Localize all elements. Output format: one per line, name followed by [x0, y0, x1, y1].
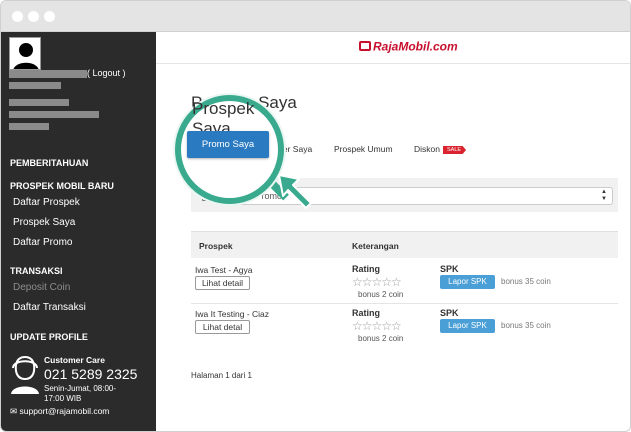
lapor-spk-button[interactable]: Lapor SPK	[440, 275, 495, 289]
tab-diskon-label: Diskon	[414, 144, 440, 154]
rajamobil-logo[interactable]: RajaMobil.com	[359, 39, 477, 53]
column-prospek: Prospek	[199, 241, 233, 251]
customer-care-title: Customer Care	[44, 355, 105, 365]
redacted-info	[9, 82, 61, 89]
mail-icon: ✉	[10, 406, 18, 416]
customer-care-icon	[11, 355, 39, 394]
tab-prospek-umum[interactable]: Prospek Umum	[334, 144, 393, 154]
rating-stars[interactable]: ☆☆☆☆☆	[352, 320, 402, 332]
detail-button[interactable]: Lihat detal	[195, 320, 250, 334]
email-address: support@rajamobil.com	[19, 406, 110, 416]
rating-bonus: bonus 2 coin	[358, 334, 404, 343]
redacted-info	[9, 111, 99, 118]
logout-link[interactable]: ( Logout )	[87, 68, 126, 78]
select-arrows-icon: ▲ ▼	[601, 189, 607, 202]
spk-bonus: bonus 35 coin	[501, 277, 551, 286]
redacted-info	[9, 123, 49, 130]
sidebar: ( Logout ) PEMBERITAHUAN PROSPEK MOBIL B…	[1, 32, 156, 431]
section-transaksi: TRANSAKSI	[10, 266, 63, 276]
window-dot-icon[interactable]	[12, 11, 23, 22]
spk-bonus: bonus 35 coin	[501, 321, 551, 330]
window-dot-icon[interactable]	[44, 11, 55, 22]
section-prospek-mobil-baru: PROSPEK MOBIL BARU	[10, 181, 114, 191]
redacted-info	[9, 99, 69, 106]
column-keterangan: Keterangan	[352, 241, 399, 251]
spk-label: SPK	[440, 264, 459, 274]
table-header: Prospek Keterangan	[191, 231, 618, 258]
magnifier-callout: Prospek Saya Promo Saya	[175, 95, 284, 204]
promo-saya-button[interactable]: Promo Saya	[187, 131, 269, 158]
browser-window: ( Logout ) PEMBERITAHUAN PROSPEK MOBIL B…	[0, 0, 631, 432]
sidebar-item-daftar-promo[interactable]: Daftar Promo	[13, 237, 72, 248]
detail-button[interactable]: Lihat detail	[195, 276, 250, 290]
customer-care-phone: 021 5289 2325	[44, 366, 138, 382]
spk-label: SPK	[440, 308, 459, 318]
rating-bonus: bonus 2 coin	[358, 290, 404, 299]
browser-chrome	[1, 1, 630, 32]
section-update-profile[interactable]: UPDATE PROFILE	[10, 332, 88, 342]
sidebar-item-daftar-prospek[interactable]: Daftar Prospek	[13, 197, 80, 208]
pagination-text: Halaman 1 dari 1	[191, 371, 252, 380]
prospect-name: Iwa It Testing - Ciaz	[195, 309, 270, 319]
customer-care-email[interactable]: ✉ support@rajamobil.com	[10, 406, 109, 417]
prospect-name: Iwa Test - Agya	[195, 265, 253, 275]
sidebar-item-prospek-saya[interactable]: Prospek Saya	[13, 217, 75, 228]
sidebar-item-deposit-coin[interactable]: Deposit Coin	[13, 282, 70, 293]
rating-label: Rating	[352, 308, 380, 318]
sale-badge: SALE	[442, 146, 467, 154]
pointer-arrow-icon	[278, 174, 312, 209]
row-divider	[191, 303, 618, 304]
sidebar-item-daftar-transaksi[interactable]: Daftar Transaksi	[13, 302, 86, 313]
window-dot-icon[interactable]	[28, 11, 39, 22]
svg-text:RajaMobil.com: RajaMobil.com	[373, 40, 458, 54]
tab-diskon[interactable]: Diskon SALE	[414, 144, 467, 154]
customer-care-hours: Senin-Jumat, 08:00-17:00 WIB	[44, 384, 117, 403]
user-avatar-icon	[9, 37, 41, 70]
rating-stars[interactable]: ☆☆☆☆☆	[352, 276, 402, 288]
redacted-username	[9, 70, 87, 78]
rating-label: Rating	[352, 264, 380, 274]
tab-prospek-dealer[interactable]: ler Saya	[281, 144, 312, 154]
section-pemberitahuan[interactable]: PEMBERITAHUAN	[10, 158, 88, 168]
lapor-spk-button[interactable]: Lapor SPK	[440, 319, 495, 333]
